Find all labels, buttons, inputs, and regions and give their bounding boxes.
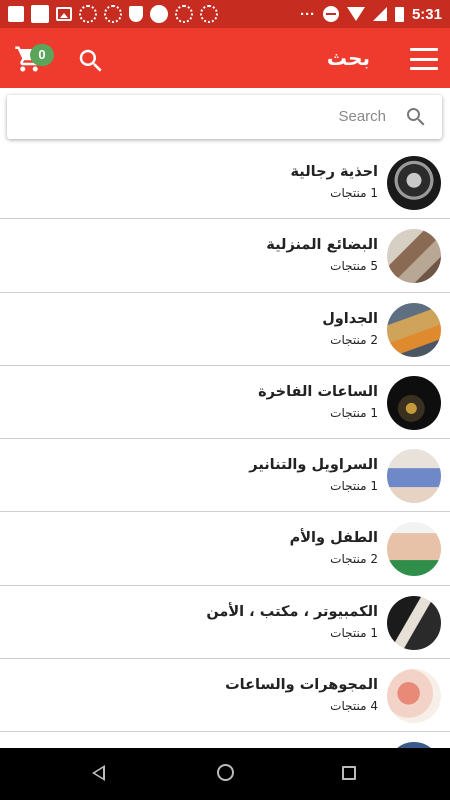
wifi-icon	[346, 7, 365, 21]
category-name: المجوهرات والساعات	[225, 677, 378, 694]
category-name: البضائع المنزلية	[266, 237, 378, 254]
cart-badge: 0	[30, 44, 54, 66]
product-count: 5 منتجات	[330, 259, 378, 274]
image-icon	[56, 7, 72, 21]
category-thumbnail	[387, 595, 441, 650]
product-count: 2 منتجات	[330, 332, 378, 347]
shield-icon	[129, 6, 143, 22]
category-list: احذية رجالية 1 منتجات البضائع المنزلية 5…	[0, 146, 450, 748]
signal-icon	[372, 7, 387, 21]
search-icon[interactable]	[404, 105, 428, 129]
category-thumbnail	[387, 669, 441, 724]
category-thumbnail	[387, 302, 441, 357]
home-icon[interactable]	[217, 764, 234, 781]
square-icon	[8, 6, 24, 22]
search-icon	[79, 49, 102, 72]
dotted-circle-icon	[104, 5, 122, 23]
category-name: الكمبيوتر ، مكتب ، الأمن	[206, 603, 378, 620]
category-thumbnail	[387, 522, 441, 577]
category-name: الساعات الفاخرة	[258, 383, 378, 400]
list-item[interactable]	[0, 732, 450, 748]
category-name: السراويل والتنانير	[249, 457, 378, 474]
status-time: 5:31	[411, 5, 442, 23]
list-item[interactable]: الساعات الفاخرة 1 منتجات	[0, 366, 450, 440]
product-count: 1 منتجات	[330, 405, 378, 420]
category-name: الطفل والأم	[289, 530, 378, 547]
back-icon[interactable]	[92, 765, 105, 781]
product-count: 1 منتجات	[330, 479, 378, 494]
list-item[interactable]: السراويل والتنانير 1 منتجات	[0, 439, 450, 513]
app-bar: 0 بحث	[0, 28, 450, 88]
product-count: 1 منتجات	[330, 625, 378, 640]
dotted-circle-icon	[79, 5, 97, 23]
system-icons: ··· 5:31	[300, 6, 442, 23]
search-placeholder: Search	[338, 108, 386, 125]
product-count: 2 منتجات	[330, 552, 378, 567]
more-dots-icon: ···	[299, 5, 315, 23]
list-item[interactable]: الطفل والأم 2 منتجات	[0, 512, 450, 586]
product-count: 1 منتجات	[330, 186, 378, 200]
list-item[interactable]: المجوهرات والساعات 4 منتجات	[0, 659, 450, 733]
category-thumbnail	[387, 156, 441, 210]
category-name: احذية رجالية	[290, 164, 378, 180]
notification-icons	[8, 5, 218, 23]
dnd-icon	[322, 6, 339, 22]
category-name: الجداول	[322, 310, 378, 327]
list-item[interactable]: الكمبيوتر ، مكتب ، الأمن 1 منتجات	[0, 586, 450, 660]
category-thumbnail	[387, 229, 441, 284]
menu-button[interactable]	[410, 48, 438, 70]
system-nav-bar	[0, 748, 450, 800]
status-bar: ··· 5:31	[0, 0, 450, 28]
category-thumbnail	[387, 375, 441, 430]
list-item[interactable]: احذية رجالية 1 منتجات	[0, 146, 450, 220]
page-title: بحث	[326, 46, 370, 70]
search-input[interactable]: Search	[7, 95, 442, 139]
list-item[interactable]: البضائع المنزلية 5 منتجات	[0, 219, 450, 293]
recents-icon[interactable]	[342, 766, 356, 780]
category-thumbnail	[387, 449, 441, 504]
product-count: 4 منتجات	[330, 699, 378, 714]
menu-icon	[410, 48, 438, 51]
list-item[interactable]: الجداول 2 منتجات	[0, 293, 450, 366]
dotted-circle-icon	[200, 5, 218, 23]
circle-icon	[150, 5, 168, 23]
dotted-circle-icon	[175, 5, 193, 23]
battery-icon	[394, 6, 404, 22]
square-icon	[31, 5, 49, 23]
search-button[interactable]	[76, 46, 106, 76]
